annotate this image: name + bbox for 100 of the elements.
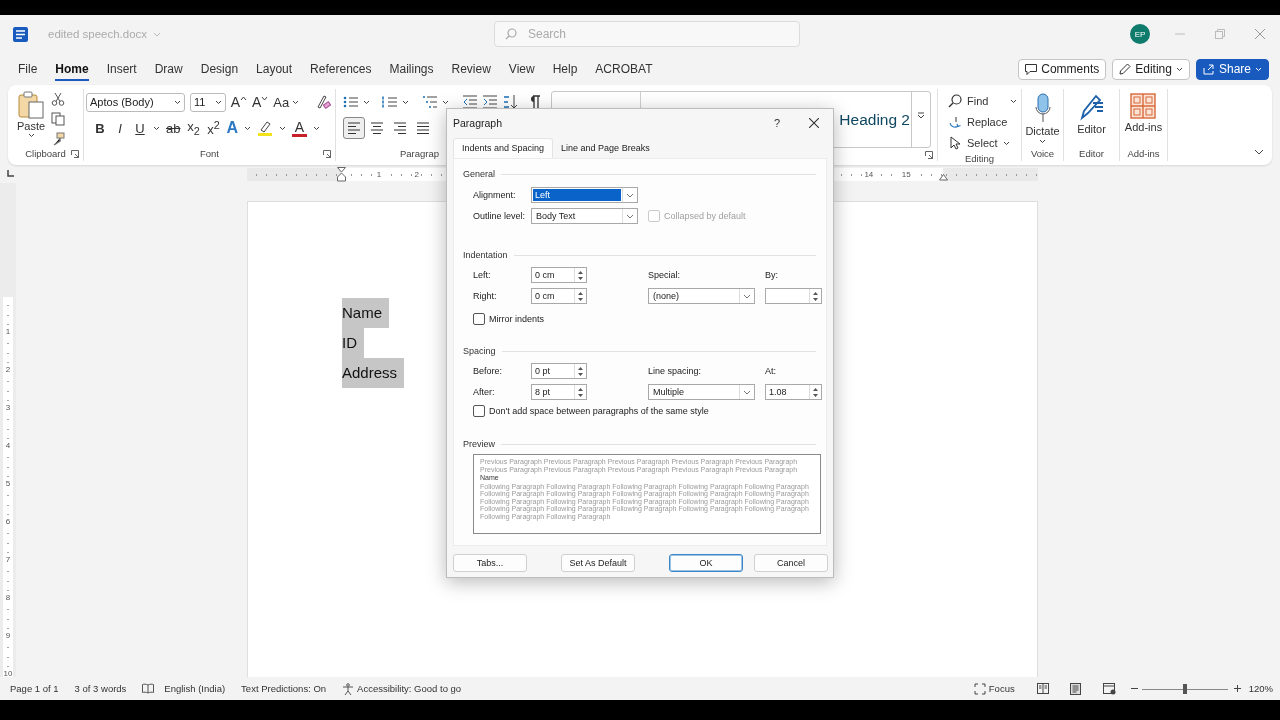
spacing-after-field[interactable]: 8 pt bbox=[531, 384, 587, 400]
find-button[interactable]: Find bbox=[948, 91, 1017, 111]
text-predictions[interactable]: Text Predictions: On bbox=[241, 683, 327, 694]
dialog-tab[interactable]: Indents and Spacing bbox=[453, 138, 554, 158]
field-label: Special: bbox=[648, 270, 682, 280]
special-dropdown[interactable]: (none) bbox=[648, 288, 755, 304]
accessibility-status[interactable]: Accessibility: Good to go bbox=[357, 683, 462, 694]
group-label: Add-ins bbox=[1127, 148, 1160, 159]
change-case-button[interactable]: Aa bbox=[273, 94, 300, 110]
shrink-font-button[interactable]: A bbox=[252, 94, 269, 110]
document-text[interactable]: Name bbox=[342, 298, 389, 328]
editor-button[interactable]: Editor bbox=[1077, 93, 1106, 146]
font-family-dropdown[interactable]: Aptos (Body) bbox=[86, 92, 185, 112]
menu-tab[interactable]: Review bbox=[451, 57, 491, 81]
menu-tab[interactable]: Help bbox=[552, 57, 578, 81]
paste-button[interactable]: Paste bbox=[17, 91, 46, 146]
dialog-button[interactable]: Tabs... bbox=[453, 554, 527, 572]
help-button[interactable]: ? bbox=[773, 116, 780, 129]
menu-tab[interactable]: Design bbox=[200, 57, 239, 81]
replace-button[interactable]: Replace bbox=[948, 112, 1017, 132]
spacing-before-field[interactable]: 0 pt bbox=[531, 363, 587, 379]
bold-button[interactable]: B bbox=[93, 120, 107, 136]
ruler-number: 8 bbox=[5, 594, 11, 602]
left-indent-field[interactable]: 0 cm bbox=[531, 267, 587, 283]
ruler-number: 9 bbox=[5, 632, 11, 640]
comments-button[interactable]: Comments bbox=[1018, 58, 1107, 80]
line-spacing-dropdown[interactable]: Multiple bbox=[648, 384, 755, 400]
field-label: After: bbox=[473, 387, 496, 397]
group-label: Font bbox=[200, 148, 219, 159]
ruler-number: 7 bbox=[5, 556, 11, 564]
dialog-title: Paragraph bbox=[453, 116, 503, 129]
field-label: Before: bbox=[473, 366, 504, 376]
ruler-number: 5 bbox=[5, 480, 11, 488]
field-label: Line spacing: bbox=[648, 366, 703, 376]
editing-button[interactable]: Editing bbox=[1112, 58, 1190, 80]
underline-button[interactable]: U bbox=[133, 120, 147, 136]
ruler-number: 1 bbox=[5, 328, 11, 336]
strikethrough-button[interactable]: ab bbox=[166, 120, 181, 136]
group-label: Paragrap bbox=[400, 148, 440, 159]
search-field[interactable]: Search bbox=[494, 21, 800, 47]
section-heading: Indentation bbox=[463, 250, 508, 260]
superscript-button[interactable]: x$^{2}$ bbox=[206, 118, 221, 138]
checkbox-label: Collapsed by default bbox=[664, 211, 746, 221]
avatar[interactable]: EP bbox=[1130, 24, 1150, 44]
zoom-level[interactable]: 120% bbox=[1248, 683, 1273, 694]
menu-tab[interactable]: References bbox=[310, 57, 372, 81]
menu-tab[interactable]: Layout bbox=[256, 57, 293, 81]
right-indent-field[interactable]: 0 cm bbox=[531, 288, 587, 304]
share-button[interactable]: Share bbox=[1195, 58, 1269, 80]
menu-tab[interactable]: Draw bbox=[154, 57, 183, 81]
ruler-number: 1 bbox=[375, 170, 383, 179]
ruler-number: 4 bbox=[5, 442, 11, 450]
dialog-button[interactable]: Cancel bbox=[754, 554, 828, 572]
menu-tab[interactable]: View bbox=[508, 57, 535, 81]
line-spacing-at-field[interactable]: 1.08 bbox=[765, 384, 822, 400]
ruler-number: 15 bbox=[900, 170, 912, 179]
menu-tab[interactable]: Insert bbox=[106, 57, 137, 81]
italic-button[interactable]: I bbox=[113, 120, 127, 136]
group-label: Editor bbox=[1079, 148, 1104, 159]
ruler-number: 3 bbox=[5, 404, 11, 412]
subscript-button[interactable]: x$_{2}$ bbox=[186, 119, 201, 137]
field-label: Outline level: bbox=[473, 211, 527, 221]
font-size-dropdown[interactable]: 11 bbox=[189, 92, 226, 112]
dialog-button[interactable]: Set As Default bbox=[561, 554, 635, 572]
grow-font-button[interactable]: A bbox=[230, 94, 247, 110]
menu-tab[interactable]: Home bbox=[55, 57, 89, 81]
field-label: At: bbox=[765, 366, 777, 376]
document-text[interactable]: Address bbox=[342, 358, 405, 388]
field-label: Alignment: bbox=[473, 190, 517, 200]
language[interactable]: English (India) bbox=[164, 683, 226, 694]
section-heading: Preview bbox=[463, 439, 495, 449]
focus-button[interactable]: Focus bbox=[988, 683, 1015, 694]
checkbox-label: Don't add space between paragraphs of the same style bbox=[489, 406, 709, 416]
section-heading: Spacing bbox=[463, 346, 496, 356]
field-label: Left: bbox=[473, 270, 492, 280]
section-heading: General bbox=[463, 169, 496, 179]
group-label: Editing bbox=[964, 153, 995, 164]
add-ins-button[interactable]: Add-ins bbox=[1124, 93, 1163, 146]
document-text[interactable]: ID bbox=[342, 328, 364, 358]
field-label: Right: bbox=[473, 291, 498, 301]
ruler-number: 6 bbox=[5, 518, 11, 526]
font-color-button[interactable]: A bbox=[292, 119, 308, 137]
menu-tab[interactable]: File bbox=[18, 57, 38, 81]
page-count[interactable]: Page 1 of 1 bbox=[10, 683, 59, 694]
menu-tab[interactable]: ACROBAT bbox=[595, 57, 653, 81]
select-button[interactable]: Select bbox=[948, 133, 1017, 153]
field-label: By: bbox=[765, 270, 779, 280]
default-button[interactable]: OK bbox=[669, 554, 743, 572]
menu-tab[interactable]: Mailings bbox=[389, 57, 434, 81]
alignment-dropdown[interactable]: Left bbox=[531, 187, 638, 203]
word-count[interactable]: 3 of 3 words bbox=[74, 683, 127, 694]
dictate-button[interactable]: Dictate bbox=[1025, 93, 1060, 146]
text-effects-button[interactable]: A bbox=[226, 119, 239, 137]
ruler-number: 2 bbox=[5, 366, 11, 374]
ruler-number: 14 bbox=[863, 170, 875, 179]
dialog-tab[interactable]: Line and Page Breaks bbox=[553, 139, 658, 158]
ruler-number: 10 bbox=[3, 670, 13, 677]
group-label: Clipboard bbox=[25, 148, 66, 159]
ruler-number: 2 bbox=[413, 170, 421, 179]
outline-level-dropdown[interactable]: Body Text bbox=[531, 208, 638, 224]
